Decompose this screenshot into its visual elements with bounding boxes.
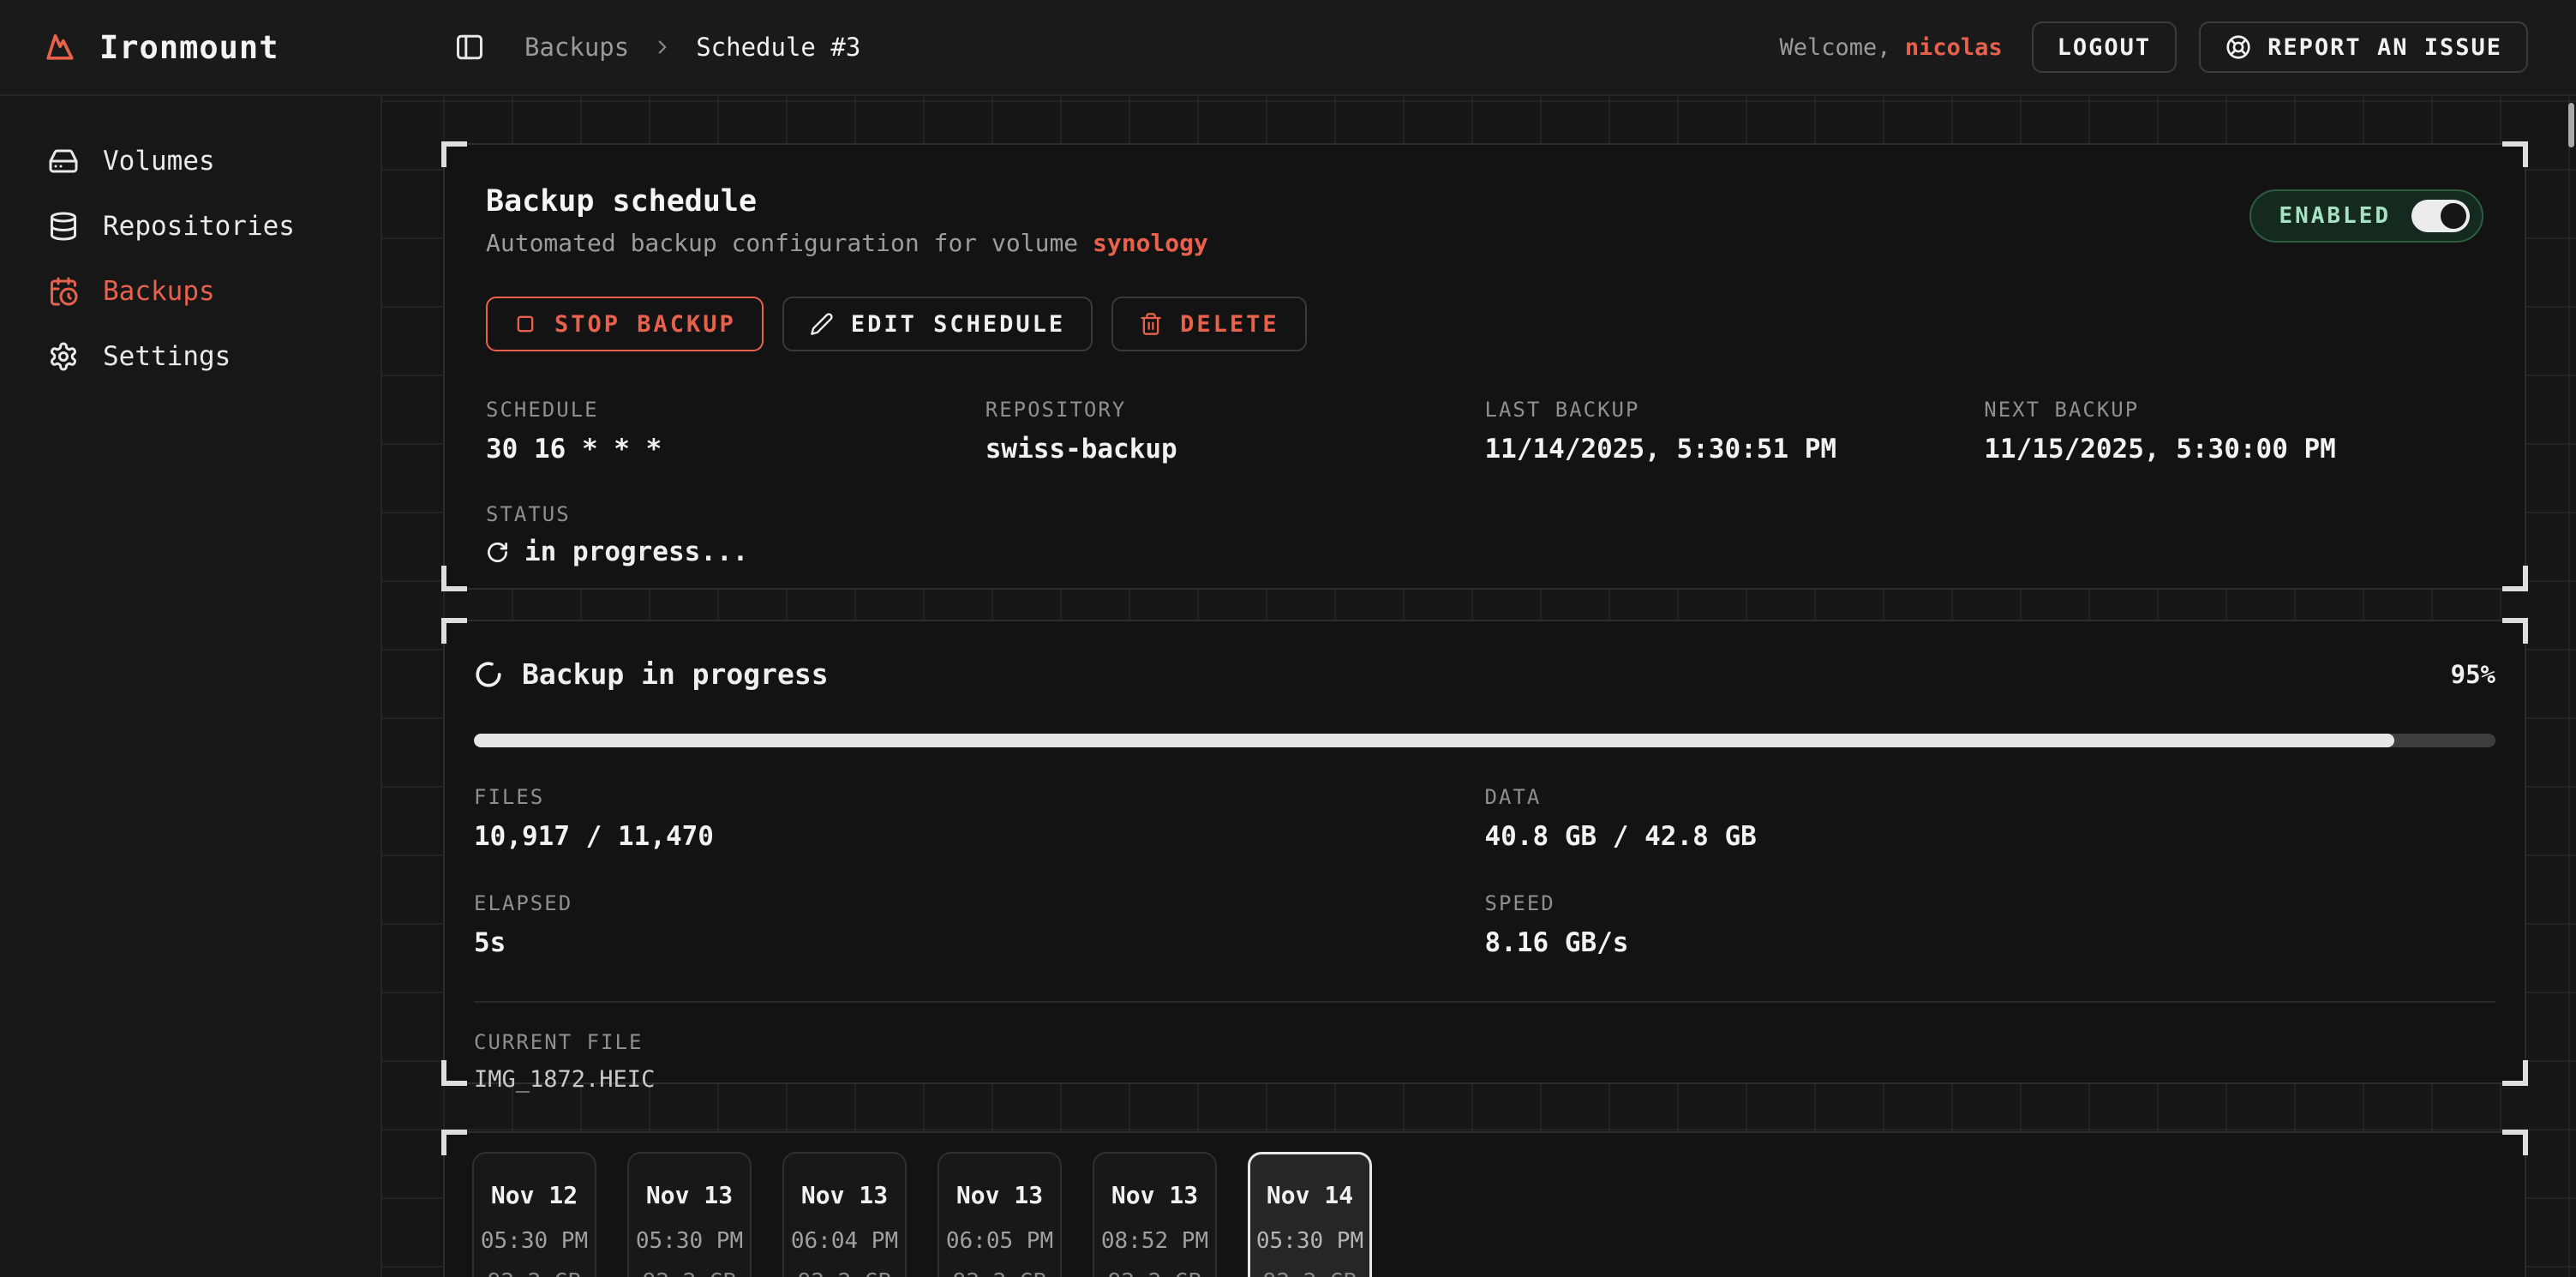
content-column: Backup schedule Automated backup configu… [443,143,2526,1277]
schedule-fields: SCHEDULE 30 16 * * * REPOSITORY swiss-ba… [486,398,2483,465]
corner-bracket [2502,1060,2528,1086]
hard-drive-icon [48,146,79,177]
header-center: Backups Schedule #3 [382,32,860,63]
chevron-right-icon [651,36,674,58]
stop-square-icon [513,312,537,336]
rotate-cw-icon [486,541,509,564]
sidebar-item-label: Settings [103,341,231,372]
trash-icon [1139,312,1163,336]
welcome-text: Welcome, nicolas [1780,34,2003,61]
lifebuoy-icon [2225,33,2252,61]
progress-bar [474,734,2495,747]
toggle-switch[interactable] [2411,200,2470,232]
corner-bracket [441,618,467,644]
volume-name: synology [1093,229,1208,257]
panel-subtitle: Automated backup configuration for volum… [486,229,1208,257]
report-issue-button[interactable]: REPORT AN ISSUE [2199,21,2528,73]
pencil-icon [810,312,834,336]
panel-title: Backup schedule [486,184,1208,219]
backup-progress-panel: Backup in progress 95% FILES 10,917 / 11… [443,620,2526,1084]
status-label: STATUS [486,502,2483,526]
snapshot-card[interactable]: Nov 13 08:52 PM 92.2 GB [1093,1152,1217,1277]
enabled-toggle[interactable]: ENABLED [2250,189,2483,243]
current-file-block: CURRENT FILE IMG_1872.HEIC [474,1001,2495,1093]
breadcrumb: Backups Schedule #3 [524,33,860,62]
corner-bracket [2502,1130,2528,1155]
field-schedule: SCHEDULE 30 16 * * * [486,398,985,465]
sidebar-item-volumes[interactable]: Volumes [0,129,380,194]
snapshot-card-selected[interactable]: Nov 14 05:30 PM 92.2 GB [1248,1152,1372,1277]
backup-schedule-panel: Backup schedule Automated backup configu… [443,143,2526,590]
sidebar-toggle-icon[interactable] [454,32,485,63]
breadcrumb-section[interactable]: Backups [524,33,629,62]
sidebar-item-backups[interactable]: Backups [0,259,380,324]
gear-icon [48,341,79,372]
loader-icon [474,660,503,689]
sidebar-item-label: Repositories [103,211,295,242]
status-block: STATUS in progress... [486,502,2483,567]
stat-files: FILES 10,917 / 11,470 [474,785,1485,852]
sidebar-item-label: Backups [103,276,215,307]
stop-backup-button[interactable]: STOP BACKUP [486,297,764,351]
database-icon [48,211,79,242]
brand: Ironmount [41,27,382,68]
sidebar-item-label: Volumes [103,146,215,177]
corner-bracket [441,1130,467,1155]
schedule-actions: STOP BACKUP EDIT SCHEDULE DELETE [486,297,2483,351]
calendar-clock-icon [48,276,79,307]
field-last-backup: LAST BACKUP 11/14/2025, 5:30:51 PM [1485,398,1985,465]
progress-fill [474,734,2394,747]
snapshot-cards: Nov 12 05:30 PM 92.2 GB Nov 13 05:30 PM … [472,1152,2497,1277]
field-repository: REPOSITORY swiss-backup [985,398,1485,465]
current-file-label: CURRENT FILE [474,1030,2495,1054]
stat-data: DATA 40.8 GB / 42.8 GB [1485,785,2496,852]
mountain-logo-icon [41,27,79,68]
corner-bracket [2502,566,2528,591]
top-bar: Ironmount Backups Schedule #3 Welcome, n… [0,0,2576,96]
progress-title: Backup in progress [474,657,829,691]
main-area: Backup schedule Automated backup configu… [382,96,2576,1277]
corner-bracket [2502,618,2528,644]
app-root: Ironmount Backups Schedule #3 Welcome, n… [0,0,2576,1277]
corner-bracket [441,566,467,591]
stat-speed: SPEED 8.16 GB/s [1485,891,2496,958]
progress-percent: 95% [2451,660,2495,689]
snapshots-panel: Nov 12 05:30 PM 92.2 GB Nov 13 05:30 PM … [443,1131,2526,1277]
snapshot-card[interactable]: Nov 13 06:05 PM 92.2 GB [938,1152,1062,1277]
scrollbar-thumb[interactable] [2568,103,2574,147]
field-next-backup: NEXT BACKUP 11/15/2025, 5:30:00 PM [1984,398,2483,465]
corner-bracket [441,1060,467,1086]
sidebar: Volumes Repositories Backups [0,96,382,1277]
enabled-label: ENABLED [2279,203,2391,229]
stat-elapsed: ELAPSED 5s [474,891,1485,958]
snapshot-card[interactable]: Nov 13 06:04 PM 92.2 GB [782,1152,907,1277]
sidebar-item-repositories[interactable]: Repositories [0,194,380,259]
username: nicolas [1905,34,2003,61]
header-right: Welcome, nicolas LOGOUT REPORT AN ISSUE [1780,21,2529,73]
delete-button[interactable]: DELETE [1111,297,1307,351]
corner-bracket [441,141,467,167]
snapshot-card[interactable]: Nov 13 05:30 PM 92.2 GB [627,1152,752,1277]
edit-schedule-button[interactable]: EDIT SCHEDULE [782,297,1093,351]
body-row: Volumes Repositories Backups [0,96,2576,1277]
status-value: in progress... [486,537,2483,567]
breadcrumb-current: Schedule #3 [696,33,860,62]
sidebar-item-settings[interactable]: Settings [0,324,380,389]
brand-name: Ironmount [99,29,279,66]
snapshot-card[interactable]: Nov 12 05:30 PM 92.2 GB [472,1152,596,1277]
logout-button[interactable]: LOGOUT [2032,21,2178,73]
corner-bracket [2502,141,2528,167]
current-file-value: IMG_1872.HEIC [474,1066,2495,1093]
progress-stats: FILES 10,917 / 11,470 DATA 40.8 GB / 42.… [474,785,2495,958]
